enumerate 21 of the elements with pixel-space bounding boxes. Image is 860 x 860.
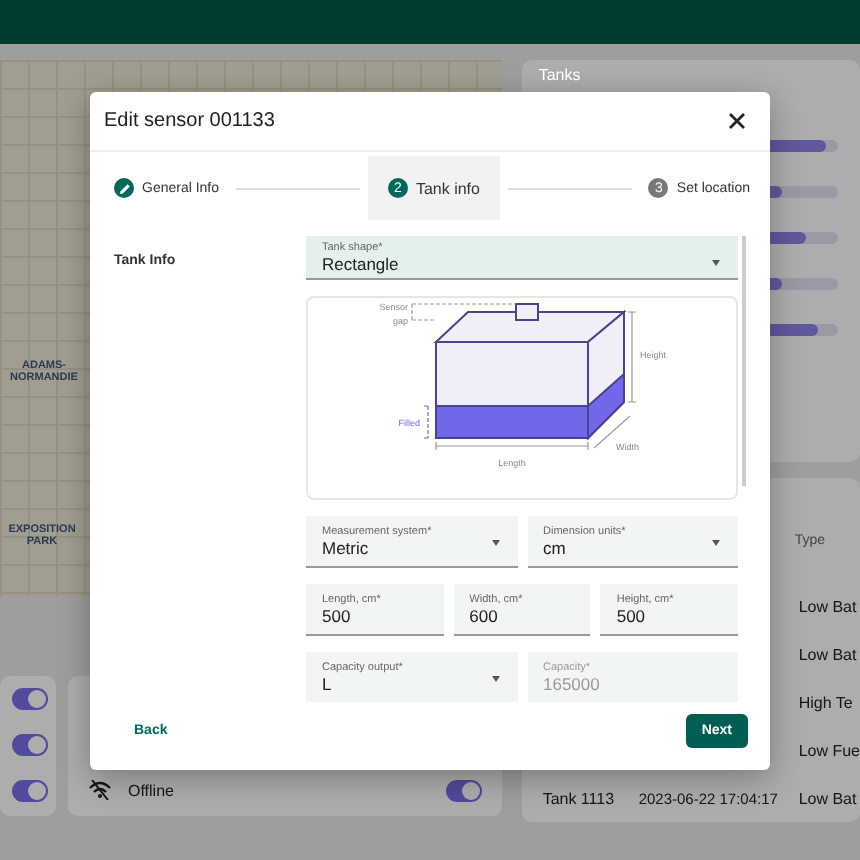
dialog-title: Edit sensor 001133	[104, 110, 275, 132]
sensor-gap-bracket	[411, 303, 517, 321]
wifi-off-icon	[88, 780, 112, 800]
table-cell: Low Bat	[798, 597, 857, 615]
status-label: Offline	[128, 781, 176, 799]
tanks-title: Tanks	[538, 66, 583, 84]
height-dimension-line	[627, 311, 637, 403]
toggle-switch[interactable]	[12, 734, 48, 756]
table-cell: Tank 1113	[542, 789, 615, 807]
table-cell: Low Bat	[798, 789, 857, 807]
table-cell: Low Fue	[798, 741, 860, 759]
scrollbar[interactable]	[742, 236, 746, 486]
toggle-switch[interactable]	[12, 780, 48, 802]
filled-dimension-line	[423, 405, 431, 439]
pencil-icon	[117, 181, 131, 195]
table-cell: Low Bat	[798, 645, 857, 663]
table-cell: High Te	[798, 693, 853, 711]
close-icon	[728, 112, 746, 130]
toggle-switch[interactable]	[12, 688, 48, 710]
toggle-switch[interactable]	[446, 779, 483, 801]
close-button[interactable]	[724, 108, 750, 134]
